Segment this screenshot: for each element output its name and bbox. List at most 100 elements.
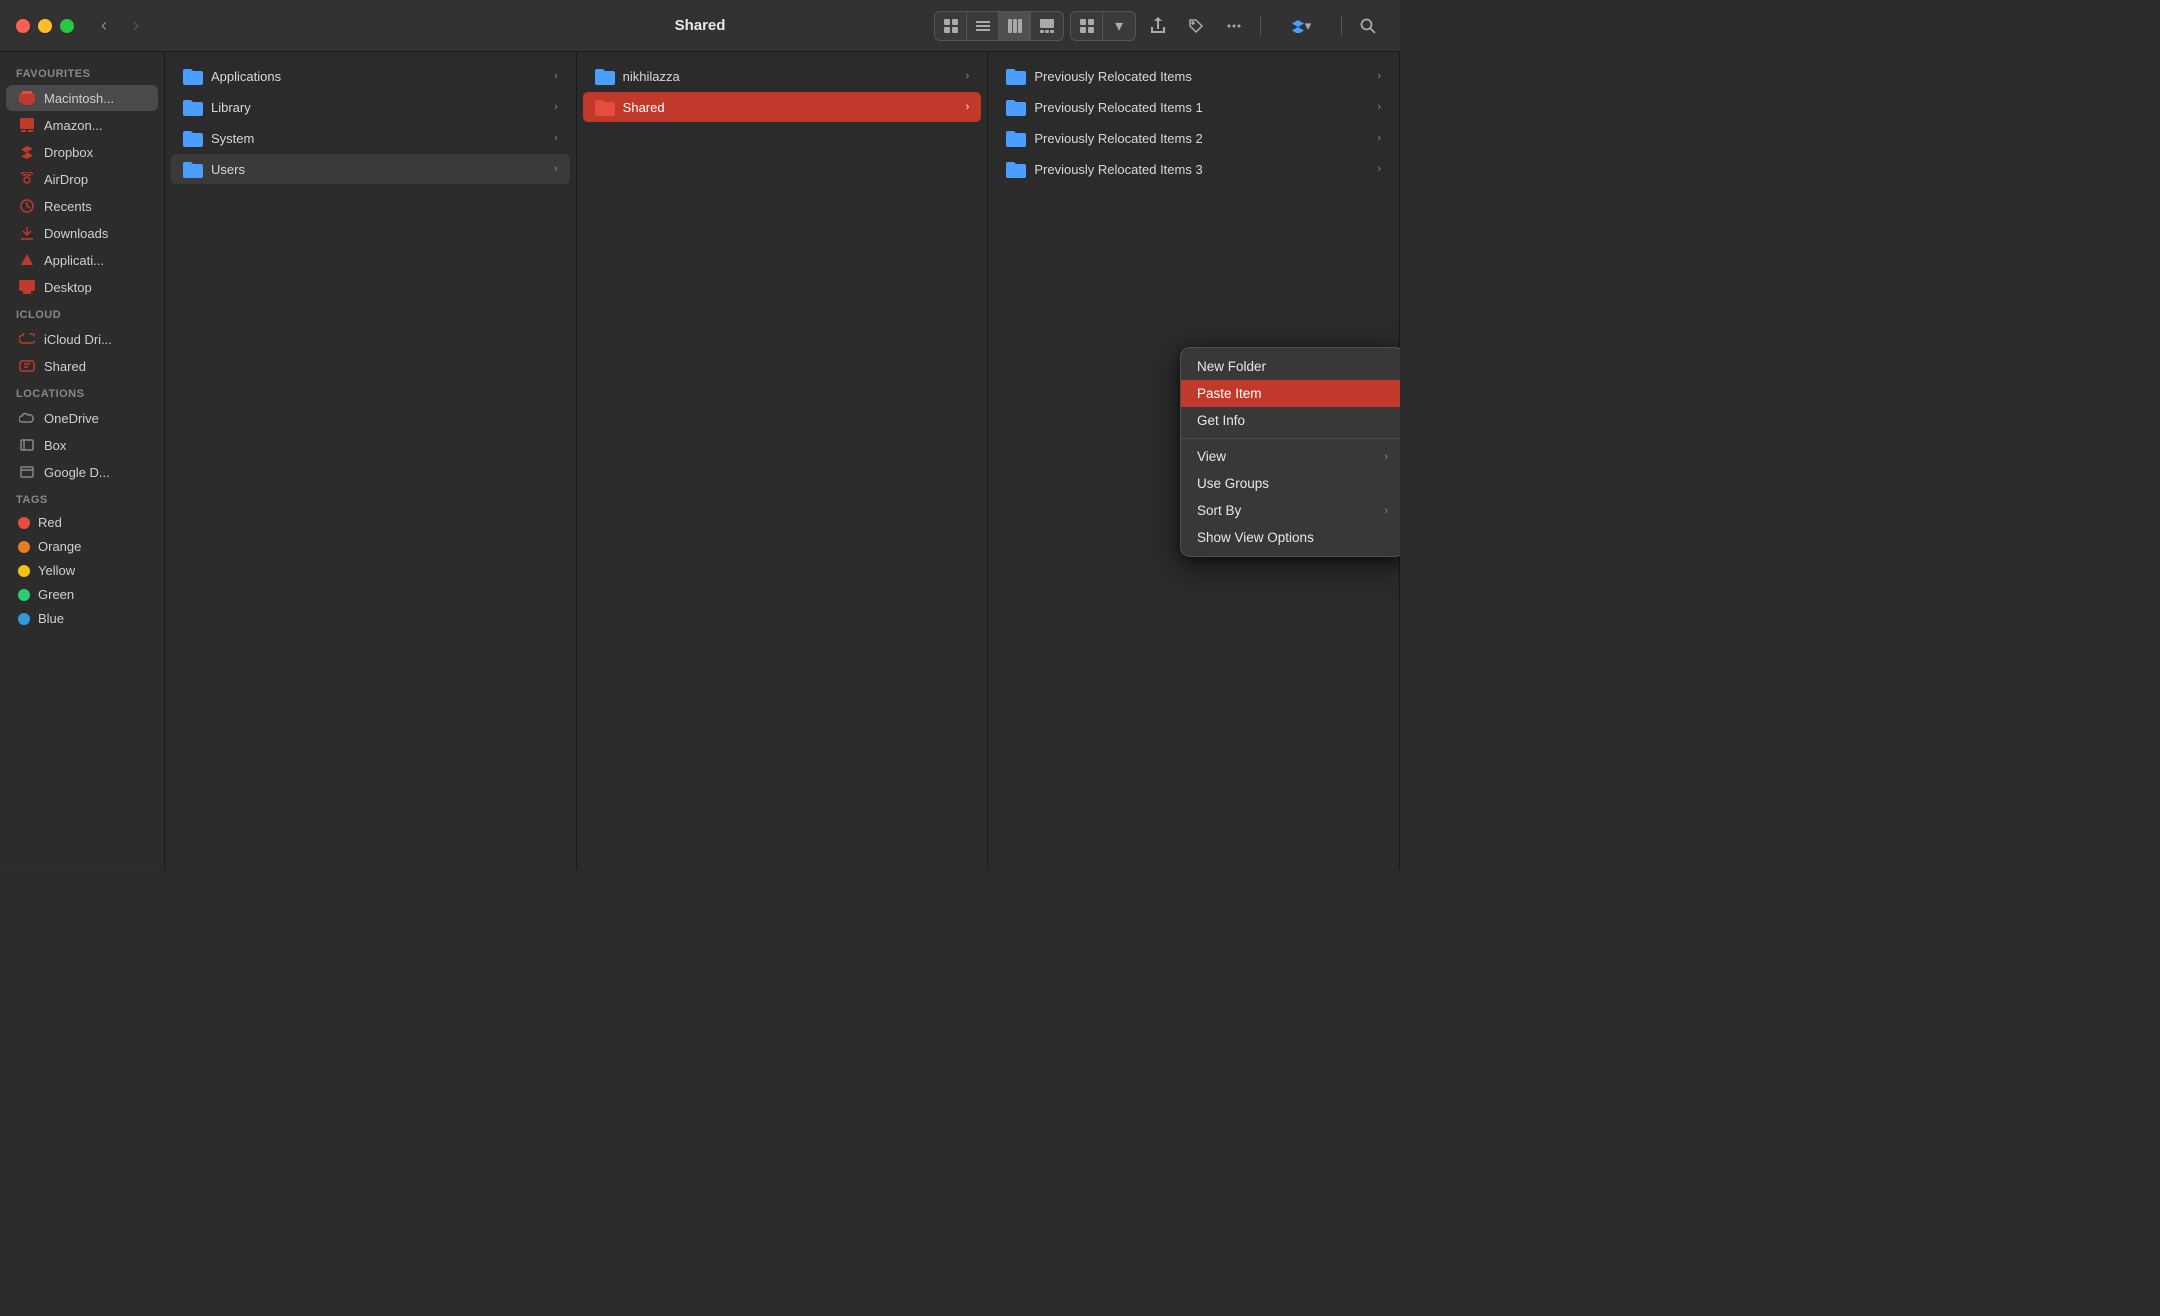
- column-item-prev-relocated-2[interactable]: Previously Relocated Items 2 ›: [994, 123, 1393, 153]
- folder-icon: [1006, 159, 1026, 179]
- close-button[interactable]: [16, 19, 30, 33]
- sidebar-item-label: Downloads: [44, 226, 108, 241]
- view-icon-btn[interactable]: [935, 12, 967, 40]
- forward-button[interactable]: ›: [122, 12, 150, 40]
- context-menu-item-label: Show View Options: [1197, 530, 1314, 545]
- sidebar-item-red[interactable]: Red: [6, 511, 158, 534]
- applications-icon: [18, 251, 36, 269]
- sidebar-item-label: Blue: [38, 611, 64, 626]
- toolbar-right: ▾ ▾: [934, 11, 1384, 41]
- context-menu-view[interactable]: View ›: [1181, 443, 1400, 470]
- folder-icon: [595, 97, 615, 117]
- sidebar-item-recents[interactable]: Recents: [6, 193, 158, 219]
- minimize-button[interactable]: [38, 19, 52, 33]
- context-menu-get-info[interactable]: Get Info: [1181, 407, 1400, 434]
- chevron-icon: ›: [1377, 70, 1381, 82]
- onedrive-icon: [18, 409, 36, 427]
- column-item-prev-relocated-3[interactable]: Previously Relocated Items 3 ›: [994, 154, 1393, 184]
- chevron-icon: ›: [554, 132, 558, 144]
- chevron-right-icon: ›: [1384, 505, 1388, 517]
- maximize-button[interactable]: [60, 19, 74, 33]
- chevron-icon: ›: [966, 70, 970, 82]
- sidebar-item-label: Box: [44, 438, 66, 453]
- sidebar-item-downloads[interactable]: Downloads: [6, 220, 158, 246]
- column-item-nikhilazza[interactable]: nikhilazza ›: [583, 61, 982, 91]
- titlebar: ‹ › Shared ▾: [0, 0, 1400, 52]
- sidebar-item-onedrive[interactable]: OneDrive: [6, 405, 158, 431]
- column-2: nikhilazza › Shared ›: [577, 52, 989, 870]
- orange-dot: [18, 541, 30, 553]
- folder-icon: [183, 97, 203, 117]
- dropbox-icon: [18, 143, 36, 161]
- sidebar-item-label: iCloud Dri...: [44, 332, 112, 347]
- macintosh-icon: [18, 89, 36, 107]
- view-list-btn[interactable]: [967, 12, 999, 40]
- column-item-prev-relocated-1[interactable]: Previously Relocated Items 1 ›: [994, 92, 1393, 122]
- column-item-shared[interactable]: Shared ›: [583, 92, 982, 122]
- column-item-library[interactable]: Library ›: [171, 92, 570, 122]
- item-label: Previously Relocated Items: [1034, 69, 1192, 84]
- column-item-prev-relocated[interactable]: Previously Relocated Items ›: [994, 61, 1393, 91]
- sidebar-item-macintosh[interactable]: Macintosh...: [6, 85, 158, 111]
- amazon-icon: [18, 116, 36, 134]
- sidebar-item-dropbox[interactable]: Dropbox: [6, 139, 158, 165]
- sidebar-item-box[interactable]: Box: [6, 432, 158, 458]
- sidebar-item-orange[interactable]: Orange: [6, 535, 158, 558]
- folder-icon: [1006, 66, 1026, 86]
- column-item-users[interactable]: Users ›: [171, 154, 570, 184]
- context-menu-new-folder[interactable]: New Folder: [1181, 353, 1400, 380]
- context-menu-item-label: View: [1197, 449, 1226, 464]
- search-button[interactable]: [1352, 12, 1384, 40]
- nav-buttons: ‹ ›: [90, 12, 150, 40]
- folder-icon: [595, 66, 615, 86]
- column-item-applications[interactable]: Applications ›: [171, 61, 570, 91]
- item-label: Library: [211, 100, 251, 115]
- main-content: Favourites Macintosh... Amazon... Dropbo…: [0, 52, 1400, 870]
- context-menu-show-view-options[interactable]: Show View Options: [1181, 524, 1400, 551]
- sidebar-item-label: Red: [38, 515, 62, 530]
- tags-header: Tags: [0, 486, 164, 510]
- context-menu-item-label: Use Groups: [1197, 476, 1269, 491]
- sidebar-item-blue[interactable]: Blue: [6, 607, 158, 630]
- context-menu-sort-by[interactable]: Sort By ›: [1181, 497, 1400, 524]
- chevron-icon: ›: [1377, 163, 1381, 175]
- context-menu-item-label: Get Info: [1197, 413, 1245, 428]
- view-dropdown-btn[interactable]: ▾: [1103, 12, 1135, 40]
- item-label: Users: [211, 162, 245, 177]
- view-column-btn[interactable]: [999, 12, 1031, 40]
- sidebar-item-label: Amazon...: [44, 118, 103, 133]
- sidebar-item-icloud-drive[interactable]: iCloud Dri...: [6, 326, 158, 352]
- context-menu-use-groups[interactable]: Use Groups: [1181, 470, 1400, 497]
- back-button[interactable]: ‹: [90, 12, 118, 40]
- sidebar-item-yellow[interactable]: Yellow: [6, 559, 158, 582]
- context-menu-separator: [1181, 438, 1400, 439]
- chevron-icon: ›: [966, 101, 970, 113]
- more-button[interactable]: [1218, 12, 1250, 40]
- sidebar-item-label: AirDrop: [44, 172, 88, 187]
- view-mode-group: [934, 11, 1064, 41]
- sidebar-item-label: Recents: [44, 199, 92, 214]
- sidebar-item-airdrop[interactable]: AirDrop: [6, 166, 158, 192]
- toolbar-separator-2: [1341, 16, 1342, 36]
- view-options-btn[interactable]: [1071, 12, 1103, 40]
- context-menu-item-label: Sort By: [1197, 503, 1241, 518]
- sidebar-item-google-drive[interactable]: Google D...: [6, 459, 158, 485]
- tag-button[interactable]: [1180, 12, 1212, 40]
- sidebar-item-shared[interactable]: Shared: [6, 353, 158, 379]
- item-label: Applications: [211, 69, 281, 84]
- shared-icon: [18, 357, 36, 375]
- folder-icon: [183, 66, 203, 86]
- view-gallery-btn[interactable]: [1031, 12, 1063, 40]
- column-item-system[interactable]: System ›: [171, 123, 570, 153]
- context-menu-item-label: New Folder: [1197, 359, 1266, 374]
- share-button[interactable]: [1142, 12, 1174, 40]
- sidebar-item-applications[interactable]: Applicati...: [6, 247, 158, 273]
- google-drive-icon: [18, 463, 36, 481]
- sidebar-item-green[interactable]: Green: [6, 583, 158, 606]
- recents-icon: [18, 197, 36, 215]
- sidebar-item-amazon[interactable]: Amazon...: [6, 112, 158, 138]
- sidebar-item-label: Shared: [44, 359, 86, 374]
- context-menu-paste-item[interactable]: Paste Item: [1181, 380, 1400, 407]
- dropbox-btn[interactable]: ▾: [1271, 12, 1331, 40]
- sidebar-item-desktop[interactable]: Desktop: [6, 274, 158, 300]
